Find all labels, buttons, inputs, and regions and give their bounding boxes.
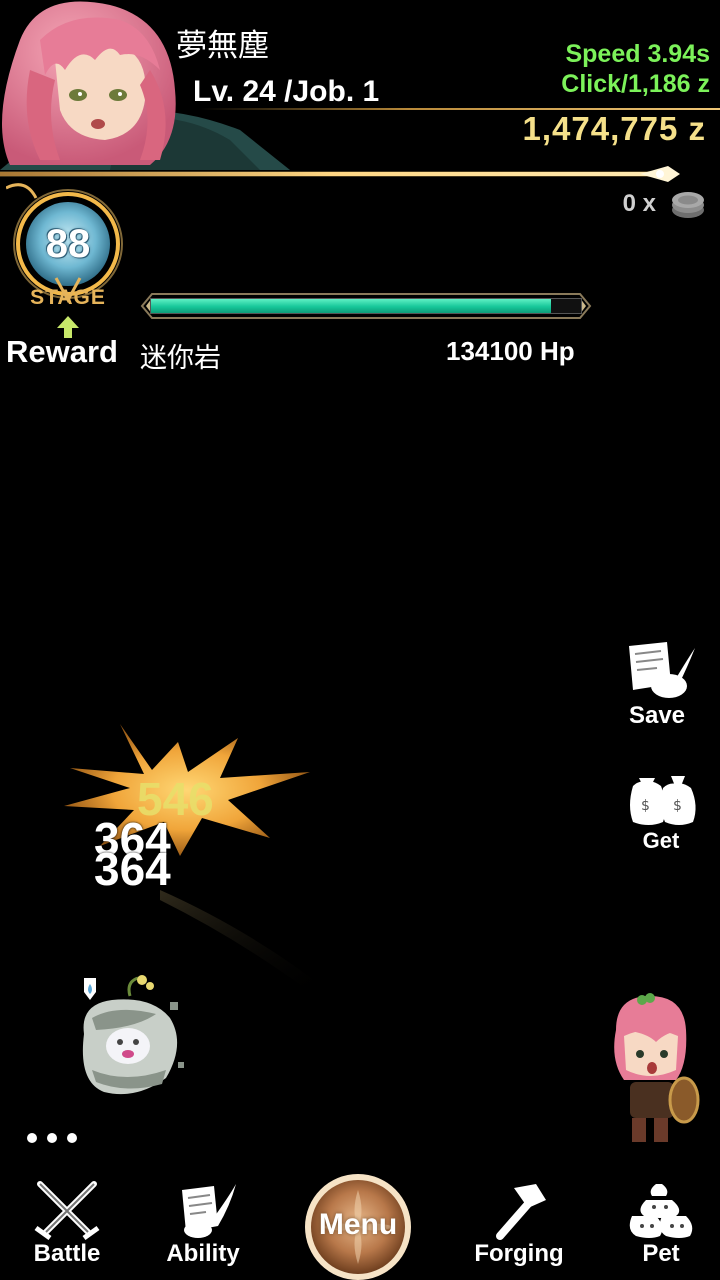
stage-label: STAGE xyxy=(30,286,106,309)
nav-battle-label: Battle xyxy=(33,1240,101,1267)
gold-total: 1,474,775 z xyxy=(522,110,706,147)
scroll-quill-icon xyxy=(182,1184,236,1238)
nav-pet[interactable]: Pet xyxy=(606,1180,716,1268)
hp-bar xyxy=(150,298,582,314)
reward-button[interactable]: Reward xyxy=(6,334,118,370)
player-name: 夢無塵 xyxy=(176,28,269,64)
attack-speed: Speed 3.94s xyxy=(565,40,710,68)
menu-label: Menu xyxy=(318,1208,398,1241)
money-bags-icon: $ $ xyxy=(630,776,696,825)
click-value: Click/1,186 z xyxy=(561,70,710,98)
nav-ability[interactable]: Ability xyxy=(148,1180,258,1268)
nav-pet-label: Pet xyxy=(642,1240,680,1267)
get-button[interactable]: $ $ Get xyxy=(616,766,706,854)
save-button[interactable]: Save xyxy=(612,640,702,730)
scroll-quill-icon xyxy=(629,642,695,698)
crossed-swords-icon xyxy=(34,1181,100,1240)
pet-sacks-icon xyxy=(629,1184,693,1238)
monster-hp: 134100 Hp xyxy=(446,336,575,366)
coin-count: 0 x xyxy=(622,190,656,217)
svg-text:$: $ xyxy=(641,798,650,814)
coin-stack-icon xyxy=(672,192,704,218)
nav-battle[interactable]: Battle xyxy=(12,1180,122,1268)
more-options-icon[interactable] xyxy=(24,1128,84,1148)
stage-number: 88 xyxy=(45,222,91,266)
svg-text:$: $ xyxy=(673,798,682,814)
hp-bar-fill xyxy=(151,299,551,313)
nav-forging[interactable]: Forging xyxy=(464,1180,574,1268)
get-label: Get xyxy=(642,828,680,853)
hero-sprite xyxy=(614,993,700,1142)
save-label: Save xyxy=(628,702,686,729)
nav-forging-label: Forging xyxy=(474,1240,564,1267)
monster-name: 迷你岩 xyxy=(140,343,221,374)
rock-monster-sprite xyxy=(82,975,184,1095)
nav-ability-label: Ability xyxy=(166,1240,240,1267)
hammer-icon xyxy=(496,1184,546,1240)
player-level: Lv. 24 /Job. 1 xyxy=(193,75,380,108)
